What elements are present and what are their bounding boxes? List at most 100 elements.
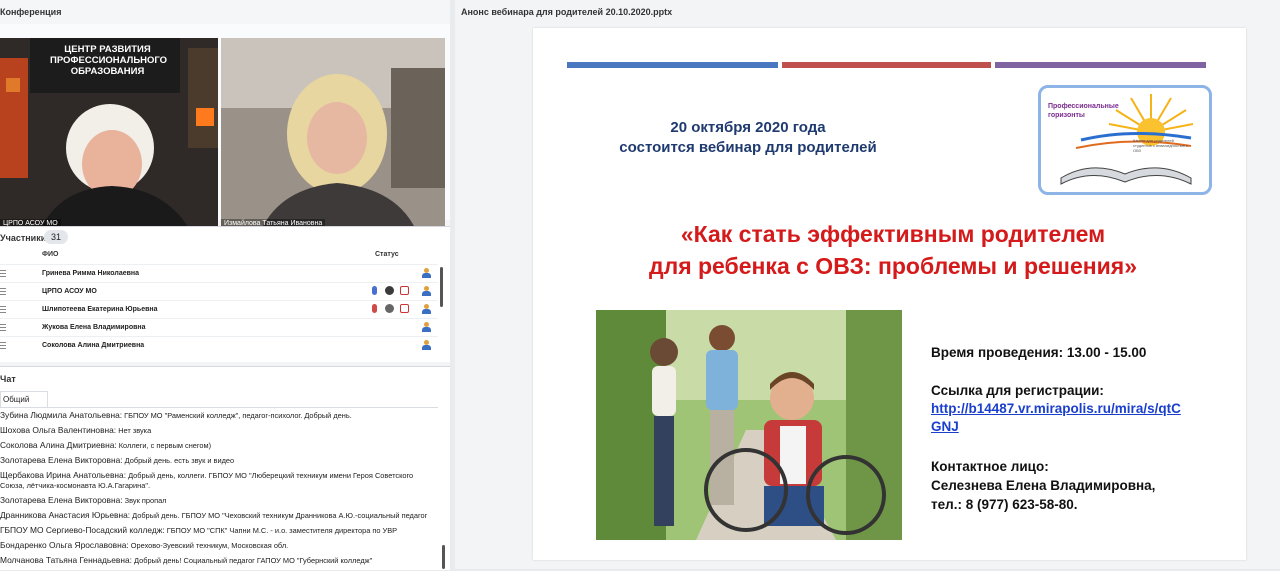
conference-title: Конференция [0,7,62,17]
participant-row[interactable]: Соколова Алина Дмитриевна [0,336,438,354]
participant-row[interactable]: Гринева Римма Николаевна [0,264,438,282]
participants-scrollbar[interactable] [440,267,443,307]
chat-message: Шохова Ольга Валентиновна: Нет звука [0,425,438,436]
message-text: ГБПОУ МО "СПК" Чапни М.С. - и.о. замести… [166,526,398,535]
drag-handle-icon[interactable] [0,288,6,295]
slide-contact-label: Контактное лицо: [931,459,1049,474]
participant-name: Соколова Алина Дмитриевна [42,342,145,349]
message-author: Зубина Людмила Анатольевна: [0,410,123,420]
chat-message: Щербакова Ирина Анатольевна: Добрый день… [0,470,438,491]
message-text: ГБПОУ МО "Раменский колледж", педагог-пс… [124,411,352,420]
slide-contact-phone: тел.: 8 (977) 623-58-80. [931,497,1078,512]
family-wheelchair-photo [596,310,902,540]
chat-title: Чат [0,374,16,384]
message-text: Орехово-Зуевский техникум, Московская об… [130,541,289,550]
column-status-header[interactable]: Статус [375,251,399,258]
participants-columns: ФИО Статус [0,247,450,263]
left-column: Конференция ЦЕНТР РАЗВИТИЯ ПРОФЕССИОНАЛЬ… [0,0,450,570]
message-author: Щербакова Ирина Анатольевна: [0,470,127,480]
participants-panel: Участники 31 ФИО Статус Гринева Римма Ни… [0,226,450,362]
slide-date-line2: состоится вебинар для родителей [619,139,877,156]
message-author: Шохова Ольга Валентиновна: [0,425,117,435]
webcam-icon[interactable] [385,304,394,313]
message-author: Золотарева Елена Викторовна: [0,455,123,465]
slide-bar-red [782,62,991,68]
logo-title: Профессиональные горизонты [1048,103,1119,119]
drag-handle-icon[interactable] [0,270,6,277]
video-tile-participant[interactable]: Измайлова Татьяна Ивановна [221,38,445,230]
presentation-title: Анонс вебинара для родителей 20.10.2020.… [461,7,673,17]
chat-message: Золотарева Елена Викторовна: Добрый день… [0,455,438,466]
registration-link-part1[interactable]: http://b14487.vr.mirapolis.ru/mira/s/qtC [931,401,1181,416]
chat-messages: Зубина Людмила Анатольевна: ГБПОУ МО "Ра… [0,407,438,571]
message-text: Добрый день. есть звук и видео [124,456,235,465]
microphone-icon[interactable] [372,286,377,295]
chat-message: Соколова Алина Дмитриевна: Коллеги, с пе… [0,440,438,451]
drag-handle-icon[interactable] [0,342,6,349]
chat-message: Дранникова Анастасия Юрьевна: Добрый ден… [0,510,438,521]
slide-time: Время проведения: 13.00 - 15.00 [931,345,1147,360]
participant-name: Гринева Римма Николаевна [42,270,140,277]
participants-header: Участники 31 [0,227,450,247]
microphone-muted-icon[interactable] [372,304,377,313]
participant-row[interactable]: ЦРПО АСОУ МО [0,282,438,300]
participant-name: Шлипотеева Екатерина Юрьевна [42,306,158,313]
user-icon [422,304,431,314]
participants-title: Участники [0,233,47,243]
webcam-icon[interactable] [385,286,394,295]
slide-link-label: Ссылка для регистрации: [931,383,1104,398]
user-icon [422,286,431,296]
conference-header: Конференция [0,0,450,25]
screen-share-icon[interactable] [400,286,409,295]
message-author: Молчанова Татьяна Геннадьевна: [0,555,132,565]
slide-photo [596,310,902,540]
message-text: Звук пропал [124,496,167,505]
message-text: Добрый день! Социальный педагог ГАПОУ МО… [134,556,373,565]
chat-message: Золотарева Елена Викторовна: Звук пропал [0,495,438,506]
school-logo: Профессиональные горизонты Школа для род… [1038,85,1212,195]
slide-date: 20 октября 2020 года состоится вебинар д… [593,118,903,158]
chat-message: ГБПОУ МО Сергиево-Посадский колледж: ГБП… [0,525,438,536]
logo-subtitle: Школа для родителей студентов с инвалидн… [1133,138,1189,153]
video-tile-presenter[interactable]: ЦЕНТР РАЗВИТИЯ ПРОФЕССИОНАЛЬНОГО ОБРАЗОВ… [0,38,218,230]
slide-bar-purple [995,62,1206,68]
slide-contact-name: Селезнева Елена Владимировна, [931,478,1156,493]
chat-message: Молчанова Татьяна Геннадьевна: Добрый де… [0,555,438,566]
participant-name: ЦРПО АСОУ МО [42,288,97,295]
participants-count-badge: 31 [44,230,68,244]
slide: 20 октября 2020 года состоится вебинар д… [533,28,1246,560]
presentation-panel: Анонс вебинара для родителей 20.10.2020.… [455,0,1280,569]
message-text: Коллеги, с первым снегом) [118,441,212,450]
registration-link-part2[interactable]: GNJ [931,419,959,434]
user-icon [422,268,431,278]
slide-registration-link[interactable]: http://b14487.vr.mirapolis.ru/mira/s/qtC… [931,400,1181,436]
slide-bar-blue [567,62,778,68]
participant-row[interactable]: Шлипотеева Екатерина Юрьевна [0,300,438,318]
participant-row[interactable]: Жукова Елена Владимировна [0,318,438,336]
chat-panel: Чат Общий Зубина Людмила Анатольевна: ГБ… [0,366,450,570]
chat-tab-general[interactable]: Общий [0,391,48,408]
message-author: Золотарева Елена Викторовна: [0,495,123,505]
user-icon [422,322,431,332]
presenter-scene-text: ЦЕНТР РАЗВИТИЯ ПРОФЕССИОНАЛЬНОГО ОБРАЗОВ… [50,44,168,77]
message-text: Добрый день. ГБПОУ МО "Чеховский технику… [132,511,428,520]
drag-handle-icon[interactable] [0,306,6,313]
column-name-header[interactable]: ФИО [42,251,58,258]
chat-message: Зубина Людмила Анатольевна: ГБПОУ МО "Ра… [0,410,438,421]
screen-share-icon[interactable] [400,304,409,313]
message-text: Нет звука [118,426,152,435]
slide-topic-line1: «Как стать эффективным родителем [680,221,1106,247]
participant-video [221,38,445,230]
slide-topic-line2: для ребенка с ОВЗ: проблемы и решения» [648,253,1138,279]
chat-scrollbar[interactable] [442,545,445,569]
user-icon [422,340,431,350]
slide-date-line1: 20 октября 2020 года [670,119,826,136]
message-author: ГБПОУ МО Сергиево-Посадский колледж: [0,525,165,535]
drag-handle-icon[interactable] [0,324,6,331]
message-author: Соколова Алина Дмитриевна: [0,440,117,450]
slide-topic: «Как стать эффективным родителем для реб… [553,218,1233,282]
message-author: Бондаренко Ольга Ярославовна: [0,540,129,550]
participant-name: Жукова Елена Владимировна [42,324,146,331]
message-author: Дранникова Анастасия Юрьевна: [0,510,131,520]
video-area: ЦЕНТР РАЗВИТИЯ ПРОФЕССИОНАЛЬНОГО ОБРАЗОВ… [0,24,450,230]
